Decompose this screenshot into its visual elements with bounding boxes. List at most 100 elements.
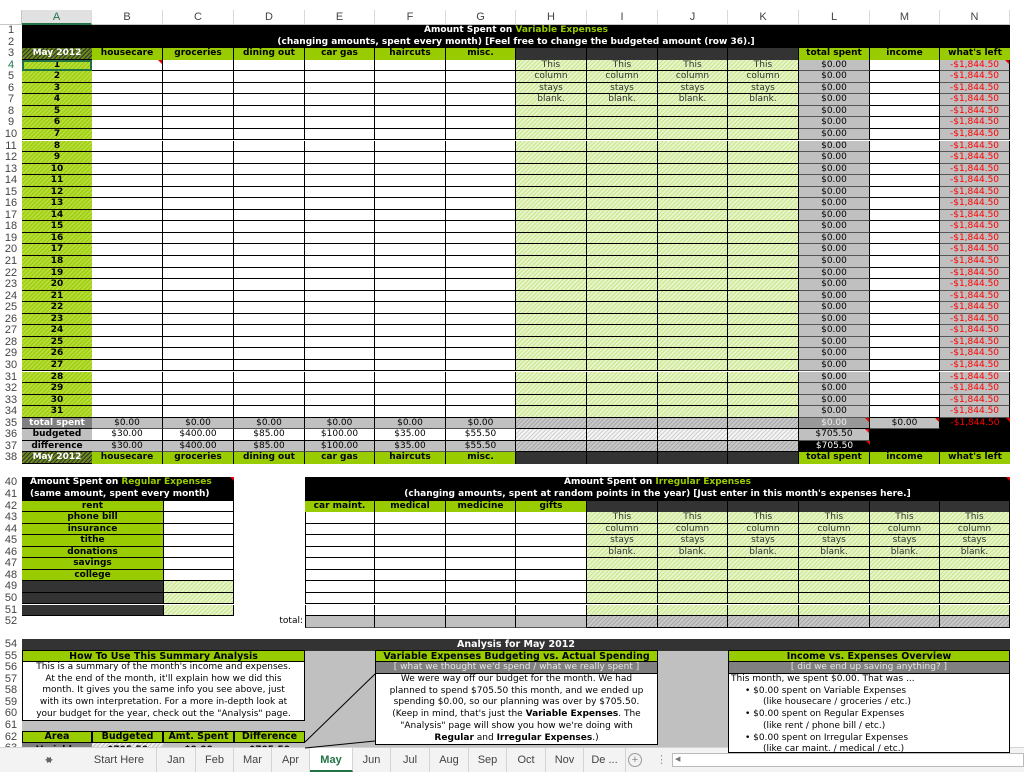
sheet-tab-oct[interactable]: Oct [507, 748, 546, 772]
irregular-input-cell[interactable] [305, 558, 375, 570]
expense-input-cell[interactable] [446, 152, 516, 164]
irregular-input-cell[interactable] [305, 535, 375, 547]
irregular-input-cell[interactable] [375, 512, 446, 524]
day-label[interactable]: 29 [22, 383, 92, 395]
expense-input-cell[interactable] [163, 325, 234, 337]
irregular-input-cell[interactable] [516, 535, 587, 547]
expense-input-cell[interactable] [163, 267, 234, 280]
expense-input-cell[interactable] [375, 406, 446, 418]
expense-input-cell[interactable] [234, 394, 305, 407]
expense-input-cell[interactable] [305, 359, 375, 372]
expense-input-cell[interactable] [163, 94, 234, 106]
expense-input-cell[interactable] [375, 209, 446, 222]
row-header-20[interactable]: 20 [0, 244, 22, 256]
row-header-8[interactable]: 8 [0, 105, 22, 118]
expense-input-cell[interactable] [92, 348, 163, 360]
irregular-input-cell[interactable] [446, 535, 516, 547]
expense-input-cell[interactable] [92, 152, 163, 164]
income-input-cell[interactable] [870, 267, 940, 280]
irregular-input-cell[interactable] [375, 546, 446, 559]
day-label[interactable]: 21 [22, 290, 92, 303]
regular-amount-input[interactable] [163, 535, 234, 547]
irregular-input-cell[interactable] [516, 592, 587, 605]
irregular-input-cell[interactable] [305, 592, 375, 605]
row-header-16[interactable]: 16 [0, 198, 22, 210]
select-all-corner[interactable] [0, 10, 22, 25]
expense-input-cell[interactable] [163, 186, 234, 199]
income-input-cell[interactable] [870, 175, 940, 187]
row-header-57[interactable]: 57 [0, 673, 22, 686]
expense-input-cell[interactable] [305, 267, 375, 280]
irregular-input-cell[interactable] [305, 604, 375, 617]
column-header-n[interactable]: N [940, 10, 1010, 25]
day-label[interactable]: 7 [22, 128, 92, 141]
row-header-11[interactable]: 11 [0, 140, 22, 153]
expense-input-cell[interactable] [163, 394, 234, 407]
day-label[interactable]: 11 [22, 175, 92, 187]
row-header-50[interactable]: 50 [0, 592, 22, 605]
expense-input-cell[interactable] [234, 209, 305, 222]
expense-input-cell[interactable] [375, 325, 446, 337]
expense-input-cell[interactable] [92, 59, 163, 72]
expense-input-cell[interactable] [305, 232, 375, 245]
sheet-tab-mar[interactable]: Mar [234, 748, 272, 772]
expense-input-cell[interactable] [446, 359, 516, 372]
sheet-tab-de[interactable]: De ... [584, 748, 626, 772]
day-label[interactable]: 19 [22, 267, 92, 280]
irregular-input-cell[interactable] [375, 581, 446, 593]
column-header-k[interactable]: K [728, 10, 799, 25]
column-header-f[interactable]: F [375, 10, 446, 25]
expense-input-cell[interactable] [305, 244, 375, 256]
sheet-tab-aug[interactable]: Aug [430, 748, 469, 772]
income-input-cell[interactable] [870, 302, 940, 314]
expense-input-cell[interactable] [163, 82, 234, 95]
splitter-handle[interactable]: ⋮ [656, 748, 667, 772]
expense-input-cell[interactable] [375, 221, 446, 233]
row-header-43[interactable]: 43 [0, 512, 22, 524]
expense-input-cell[interactable] [234, 336, 305, 349]
day-label[interactable]: 4 [22, 94, 92, 106]
expense-input-cell[interactable] [92, 244, 163, 256]
expense-input-cell[interactable] [375, 94, 446, 106]
income-input-cell[interactable] [870, 117, 940, 129]
income-input-cell[interactable] [870, 186, 940, 199]
row-header-31[interactable]: 31 [0, 371, 22, 384]
income-input-cell[interactable] [870, 325, 940, 337]
expense-input-cell[interactable] [92, 117, 163, 129]
expense-input-cell[interactable] [305, 140, 375, 153]
income-input-cell[interactable] [870, 383, 940, 395]
expense-input-cell[interactable] [92, 359, 163, 372]
row-header-48[interactable]: 48 [0, 569, 22, 582]
expense-input-cell[interactable] [163, 117, 234, 129]
expense-input-cell[interactable] [92, 209, 163, 222]
day-label[interactable]: 1 [22, 59, 92, 72]
regular-amount-input[interactable] [163, 500, 234, 513]
irregular-input-cell[interactable] [305, 512, 375, 524]
row-header-15[interactable]: 15 [0, 186, 22, 199]
income-input-cell[interactable] [870, 209, 940, 222]
expense-input-cell[interactable] [234, 128, 305, 141]
expense-input-cell[interactable] [92, 128, 163, 141]
income-input-cell[interactable] [870, 140, 940, 153]
row-header-1[interactable]: 1 [0, 25, 22, 37]
column-header-h[interactable]: H [516, 10, 587, 25]
row-header-26[interactable]: 26 [0, 313, 22, 326]
expense-input-cell[interactable] [92, 302, 163, 314]
column-header-e[interactable]: E [305, 10, 375, 25]
expense-input-cell[interactable] [375, 128, 446, 141]
row-header-42[interactable]: 42 [0, 500, 22, 513]
day-label[interactable]: 16 [22, 232, 92, 245]
expense-input-cell[interactable] [92, 313, 163, 326]
expense-input-cell[interactable] [375, 140, 446, 153]
expense-input-cell[interactable] [446, 117, 516, 129]
row-header-23[interactable]: 23 [0, 279, 22, 291]
row-header-7[interactable]: 7 [0, 94, 22, 106]
day-label[interactable]: 25 [22, 336, 92, 349]
expense-input-cell[interactable] [446, 336, 516, 349]
day-label[interactable]: 3 [22, 82, 92, 95]
expense-input-cell[interactable] [446, 267, 516, 280]
expense-input-cell[interactable] [163, 313, 234, 326]
expense-input-cell[interactable] [234, 406, 305, 418]
sheet-tab-sep[interactable]: Sep [469, 748, 507, 772]
income-input-cell[interactable] [870, 279, 940, 291]
